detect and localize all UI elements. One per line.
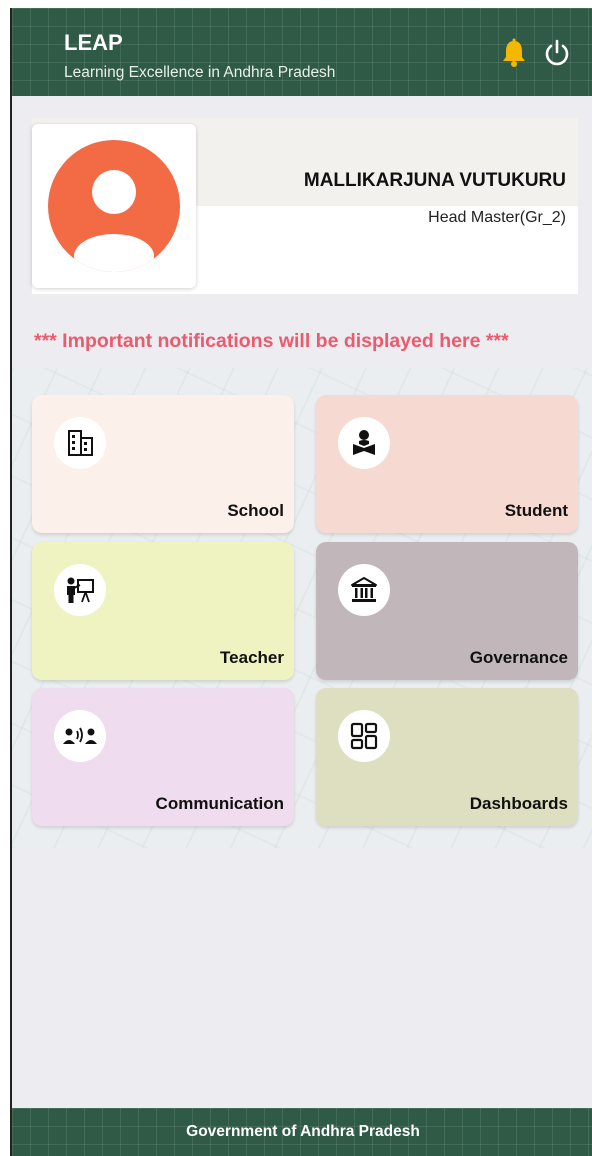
governance-tile[interactable]: Governance: [316, 542, 578, 680]
profile-role: Head Master(Gr_2): [428, 209, 566, 226]
government-building-icon: [338, 564, 390, 616]
teacher-tile-label: Teacher: [220, 648, 284, 667]
student-tile[interactable]: Student: [316, 395, 578, 533]
communication-tile[interactable]: Communication: [32, 688, 294, 826]
app-footer: Government of Andhra Pradesh: [12, 1108, 592, 1156]
app-screen: LEAP Learning Excellence in Andhra Prade…: [10, 8, 592, 1156]
governance-tile-label: Governance: [469, 648, 568, 667]
school-building-icon: [54, 417, 106, 469]
power-icon[interactable]: [542, 38, 572, 68]
student-tile-label: Student: [504, 501, 568, 520]
teacher-tile[interactable]: Teacher: [32, 542, 294, 680]
notification-banner: *** Important notifications will be disp…: [34, 330, 509, 352]
dashboards-tile-label: Dashboards: [469, 794, 568, 813]
dashboard-grid-icon: [338, 710, 390, 762]
school-tile-label: School: [227, 501, 284, 520]
app-title: LEAP: [64, 30, 123, 55]
dashboards-tile[interactable]: Dashboards: [316, 688, 578, 826]
teacher-board-icon: [54, 564, 106, 616]
school-tile[interactable]: School: [32, 395, 294, 533]
profile-name: MALLIKARJUNA VUTUKURU: [303, 170, 566, 191]
bell-icon[interactable]: [500, 38, 528, 68]
app-subtitle: Learning Excellence in Andhra Pradesh: [64, 64, 336, 81]
profile-card: MALLIKARJUNA VUTUKURU Head Master(Gr_2): [32, 118, 578, 294]
people-talking-icon: [54, 710, 106, 762]
footer-text: Government of Andhra Pradesh: [186, 1123, 420, 1140]
communication-tile-label: Communication: [155, 794, 284, 813]
avatar-frame: [32, 124, 196, 288]
app-header: LEAP Learning Excellence in Andhra Prade…: [12, 8, 592, 96]
user-avatar-icon: [48, 140, 180, 272]
student-reading-icon: [338, 417, 390, 469]
